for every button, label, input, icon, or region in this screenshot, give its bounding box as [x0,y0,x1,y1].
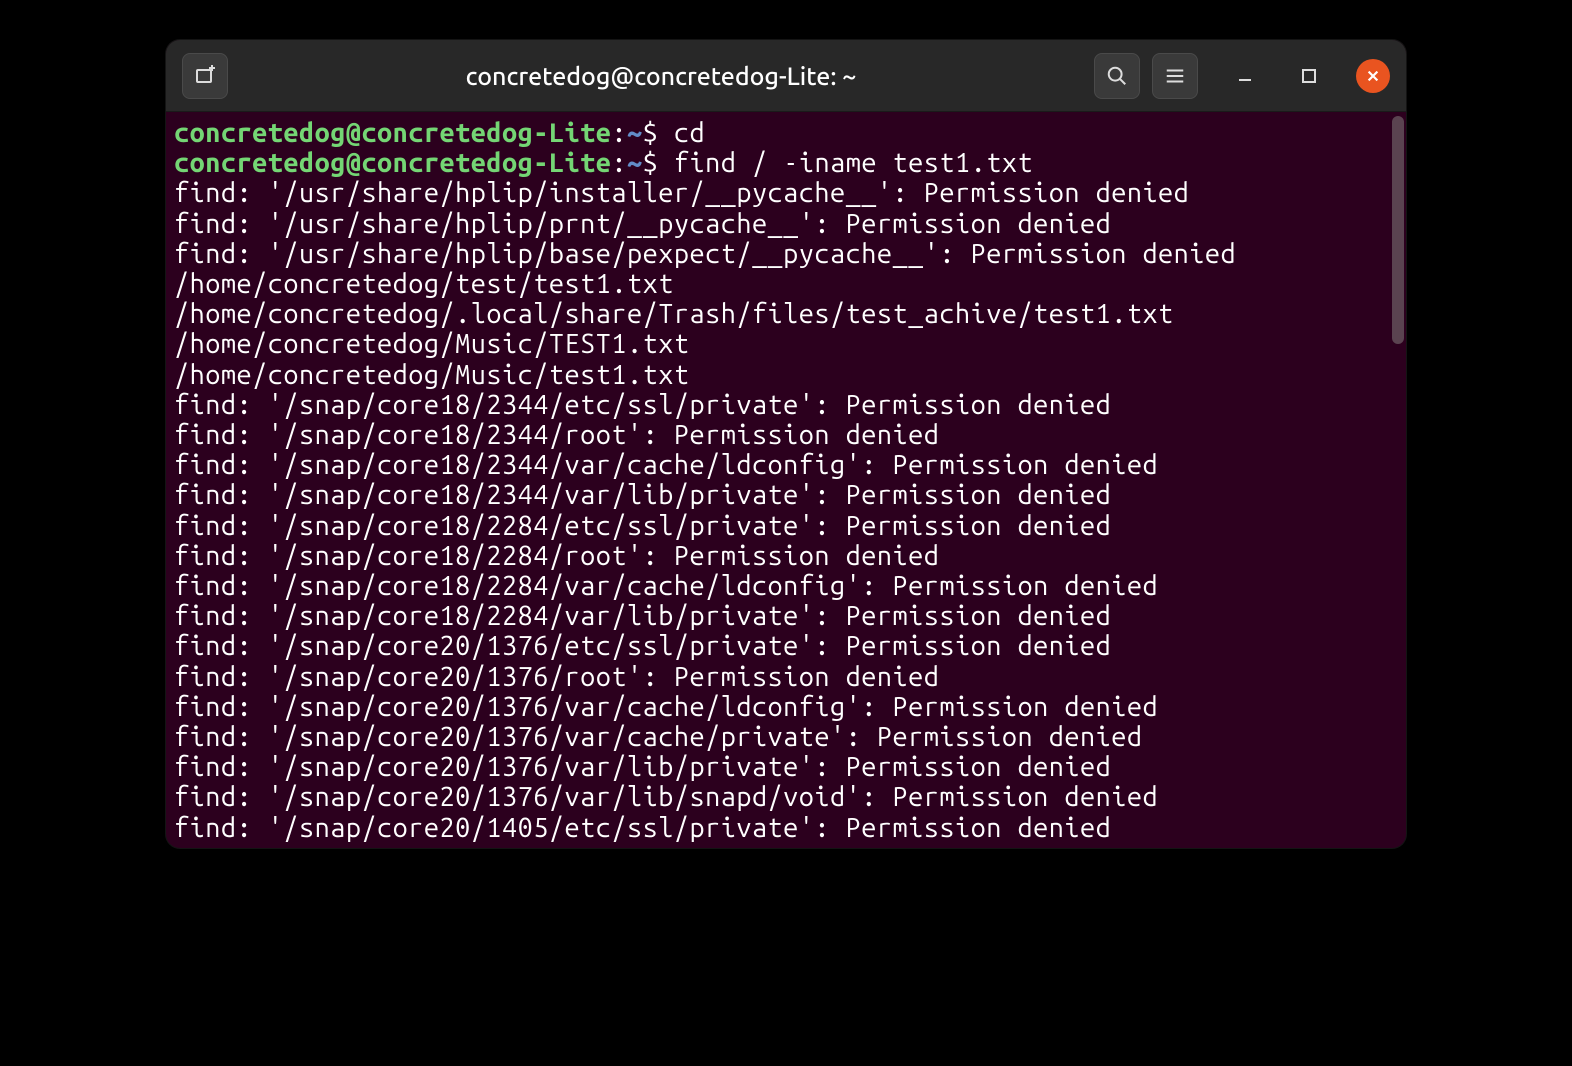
prompt-path: ~ [627,118,643,148]
output-line: find: '/snap/core18/2344/root': Permissi… [174,420,1398,450]
command-text: cd [674,118,705,148]
prompt-symbol: $ [643,118,659,148]
new-tab-button[interactable] [182,53,228,99]
output-line: find: '/snap/core20/1376/var/cache/ldcon… [174,692,1398,722]
output-line: find: '/usr/share/hplip/prnt/__pycache__… [174,209,1398,239]
output-line: find: '/usr/share/hplip/base/pexpect/__p… [174,239,1398,269]
titlebar: concretedog@concretedog-Lite: ~ [166,40,1406,112]
prompt-line: concretedog@concretedog-Lite:~$ find / -… [174,148,1398,178]
output-line: /home/concretedog/Music/TEST1.txt [174,329,1398,359]
terminal-window: concretedog@concretedog-Lite: ~ [166,40,1406,848]
output-line: find: '/snap/core18/2284/etc/ssl/private… [174,511,1398,541]
hamburger-icon [1164,65,1186,87]
output-line: find: '/snap/core20/1376/var/lib/private… [174,752,1398,782]
close-icon [1366,69,1380,83]
prompt-userhost: concretedog@concretedog-Lite [174,148,611,178]
output-line: find: '/snap/core20/1376/etc/ssl/private… [174,631,1398,661]
new-tab-icon [193,64,217,88]
window-controls [1228,59,1390,93]
close-button[interactable] [1356,59,1390,93]
scrollbar-thumb[interactable] [1392,116,1404,344]
prompt-colon: : [611,118,627,148]
output-line: find: '/snap/core20/1376/var/lib/snapd/v… [174,782,1398,812]
prompt-line: concretedog@concretedog-Lite:~$ cd [174,118,1398,148]
prompt-path: ~ [627,148,643,178]
output-line: find: '/snap/core20/1405/etc/ssl/private… [174,813,1398,843]
terminal-output[interactable]: concretedog@concretedog-Lite:~$ cd concr… [166,112,1406,848]
minimize-icon [1237,68,1253,84]
menu-button[interactable] [1152,53,1198,99]
window-title: concretedog@concretedog-Lite: ~ [238,62,1084,90]
output-line: find: '/snap/core20/1376/var/cache/priva… [174,722,1398,752]
command-text: find / -iname test1.txt [674,148,1033,178]
output-line: find: '/snap/core18/2284/var/lib/private… [174,601,1398,631]
output-line: find: '/snap/core18/2284/var/cache/ldcon… [174,571,1398,601]
minimize-button[interactable] [1228,59,1262,93]
output-line: find: '/snap/core18/2344/var/cache/ldcon… [174,450,1398,480]
search-button[interactable] [1094,53,1140,99]
output-line: find: '/snap/core18/2344/etc/ssl/private… [174,390,1398,420]
output-line: /home/concretedog/.local/share/Trash/fil… [174,299,1398,329]
output-line: /home/concretedog/Music/test1.txt [174,360,1398,390]
output-line: find: '/snap/core20/1376/root': Permissi… [174,662,1398,692]
prompt-colon: : [611,148,627,178]
titlebar-actions [1094,53,1390,99]
output-line: find: '/usr/share/hplip/installer/__pyca… [174,178,1398,208]
output-line: find: '/snap/core18/2284/root': Permissi… [174,541,1398,571]
output-line: find: '/snap/core18/2344/var/lib/private… [174,480,1398,510]
maximize-button[interactable] [1292,59,1326,93]
search-icon [1106,65,1128,87]
output-line: /home/concretedog/test/test1.txt [174,269,1398,299]
maximize-icon [1301,68,1317,84]
prompt-userhost: concretedog@concretedog-Lite [174,118,611,148]
prompt-symbol: $ [643,148,659,178]
